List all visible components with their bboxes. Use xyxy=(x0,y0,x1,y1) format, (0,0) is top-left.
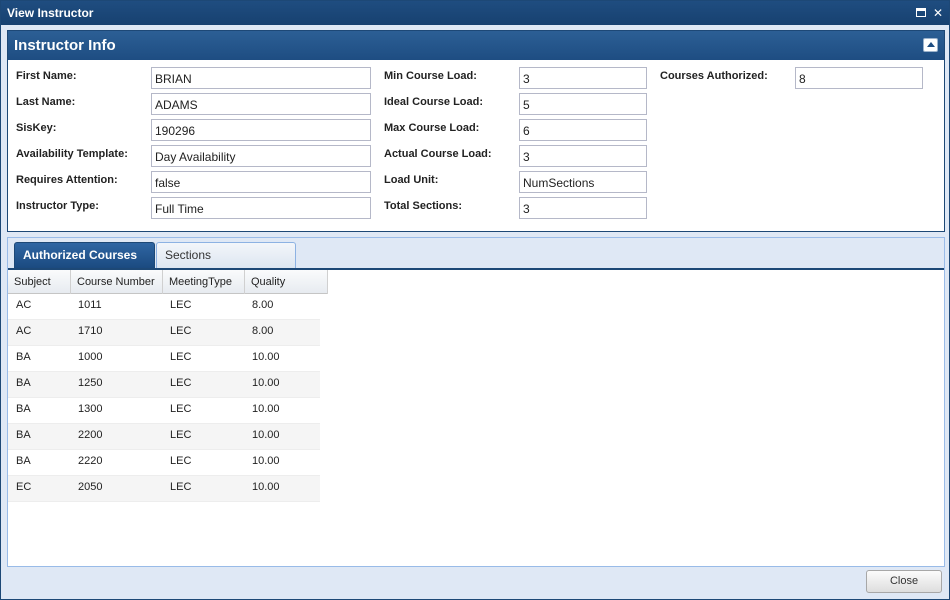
availability-template-label: Availability Template: xyxy=(16,148,128,160)
table-row[interactable]: BA 1300 LEC 10.00 xyxy=(8,398,320,424)
cell-course-number: 1250 xyxy=(78,377,103,389)
first-name-label: First Name: xyxy=(16,70,77,82)
load-unit-label: Load Unit: xyxy=(384,174,439,186)
cell-meeting-type: LEC xyxy=(170,377,192,389)
last-name-field[interactable]: ADAMS xyxy=(151,93,371,115)
max-course-load-label: Max Course Load: xyxy=(384,122,480,134)
siskey-field[interactable]: 190296 xyxy=(151,119,371,141)
grid-rows: AC 1011 LEC 8.00 AC 1710 LEC 8.00 BA 100… xyxy=(8,294,320,502)
panel-title: Instructor Info xyxy=(14,37,116,54)
actual-course-load-field[interactable]: 3 xyxy=(519,145,647,167)
tab-panel: Authorized Courses Sections Subject Cour… xyxy=(7,237,945,567)
cell-quality: 10.00 xyxy=(252,455,280,467)
maximize-icon[interactable] xyxy=(914,6,928,20)
cell-meeting-type: LEC xyxy=(170,429,192,441)
cell-quality: 10.00 xyxy=(252,403,280,415)
ideal-course-load-field[interactable]: 5 xyxy=(519,93,647,115)
cell-course-number: 1300 xyxy=(78,403,103,415)
table-row[interactable]: BA 1000 LEC 10.00 xyxy=(8,346,320,372)
requires-attention-field[interactable]: false xyxy=(151,171,371,193)
view-instructor-window: View Instructor ✕ Instructor Info First … xyxy=(0,0,950,600)
cell-meeting-type: LEC xyxy=(170,455,192,467)
min-course-load-field[interactable]: 3 xyxy=(519,67,647,89)
column-header-meeting-type[interactable]: MeetingType xyxy=(163,270,245,294)
cell-subject: BA xyxy=(16,351,31,363)
ideal-course-load-label: Ideal Course Load: xyxy=(384,96,484,108)
collapse-up-icon[interactable] xyxy=(923,38,938,52)
courses-authorized-label: Courses Authorized: xyxy=(660,70,768,82)
cell-course-number: 2220 xyxy=(78,455,103,467)
cell-quality: 10.00 xyxy=(252,351,280,363)
table-row[interactable]: AC 1011 LEC 8.00 xyxy=(8,294,320,320)
cell-meeting-type: LEC xyxy=(170,325,192,337)
grid-header: Subject Course Number MeetingType Qualit… xyxy=(8,270,328,294)
availability-template-field[interactable]: Day Availability xyxy=(151,145,371,167)
actual-course-load-label: Actual Course Load: xyxy=(384,148,492,160)
tab-authorized-courses[interactable]: Authorized Courses xyxy=(14,242,155,268)
siskey-label: SisKey: xyxy=(16,122,57,134)
tab-strip: Authorized Courses Sections xyxy=(8,238,944,268)
cell-subject: BA xyxy=(16,377,31,389)
min-course-load-label: Min Course Load: xyxy=(384,70,477,82)
max-course-load-field[interactable]: 6 xyxy=(519,119,647,141)
courses-authorized-field[interactable]: 8 xyxy=(795,67,923,89)
cell-quality: 8.00 xyxy=(252,299,274,311)
window-title: View Instructor xyxy=(7,6,94,20)
cell-meeting-type: LEC xyxy=(170,299,192,311)
column-header-subject[interactable]: Subject xyxy=(8,270,71,294)
cell-subject: AC xyxy=(16,299,32,311)
cell-subject: BA xyxy=(16,455,31,467)
cell-subject: AC xyxy=(16,325,32,337)
panel-header: Instructor Info xyxy=(8,31,944,60)
total-sections-label: Total Sections: xyxy=(384,200,463,212)
cell-subject: BA xyxy=(16,429,31,441)
cell-subject: BA xyxy=(16,403,31,415)
window-titlebar[interactable]: View Instructor ✕ xyxy=(1,1,949,25)
cell-quality: 10.00 xyxy=(252,377,280,389)
cell-course-number: 1710 xyxy=(78,325,103,337)
table-row[interactable]: BA 2220 LEC 10.00 xyxy=(8,450,320,476)
tab-sections[interactable]: Sections xyxy=(156,242,296,268)
column-header-quality[interactable]: Quality xyxy=(245,270,328,294)
cell-meeting-type: LEC xyxy=(170,481,192,493)
column-header-course-number[interactable]: Course Number xyxy=(71,270,163,294)
cell-course-number: 1011 xyxy=(78,299,102,311)
cell-quality: 10.00 xyxy=(252,429,280,441)
total-sections-field[interactable]: 3 xyxy=(519,197,647,219)
cell-course-number: 2200 xyxy=(78,429,103,441)
last-name-label: Last Name: xyxy=(16,96,76,108)
close-button[interactable]: Close xyxy=(866,570,942,593)
table-row[interactable]: BA 2200 LEC 10.00 xyxy=(8,424,320,450)
instructor-type-label: Instructor Type: xyxy=(16,200,99,212)
instructor-info-panel: Instructor Info First Name: BRIAN Last N… xyxy=(7,30,945,232)
table-row[interactable]: EC 2050 LEC 10.00 xyxy=(8,476,320,502)
table-row[interactable]: BA 1250 LEC 10.00 xyxy=(8,372,320,398)
cell-meeting-type: LEC xyxy=(170,403,192,415)
requires-attention-label: Requires Attention: xyxy=(16,174,118,186)
close-icon[interactable]: ✕ xyxy=(931,6,945,20)
cell-quality: 10.00 xyxy=(252,481,280,493)
first-name-field[interactable]: BRIAN xyxy=(151,67,371,89)
instructor-type-field[interactable]: Full Time xyxy=(151,197,371,219)
table-row[interactable]: AC 1710 LEC 8.00 xyxy=(8,320,320,346)
authorized-courses-grid: Subject Course Number MeetingType Qualit… xyxy=(8,268,944,566)
cell-quality: 8.00 xyxy=(252,325,274,337)
load-unit-field[interactable]: NumSections xyxy=(519,171,647,193)
cell-course-number: 2050 xyxy=(78,481,103,493)
cell-course-number: 1000 xyxy=(78,351,103,363)
cell-subject: EC xyxy=(16,481,32,493)
cell-meeting-type: LEC xyxy=(170,351,192,363)
